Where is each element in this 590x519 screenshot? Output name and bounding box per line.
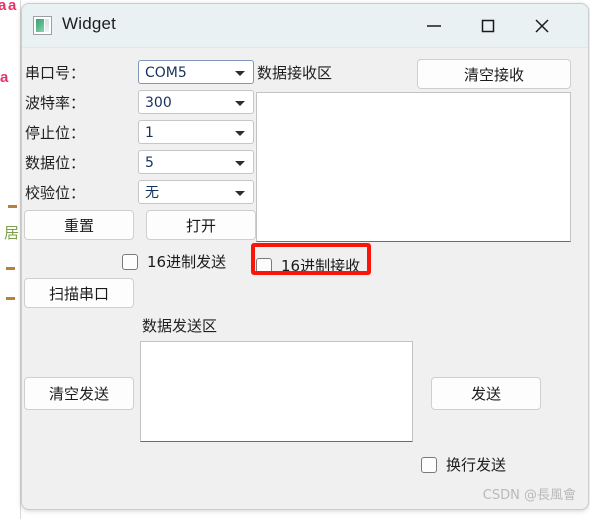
hex-receive-row[interactable]: 16进制接收 [256, 255, 360, 276]
open-button[interactable]: 打开 [146, 210, 256, 240]
reset-button[interactable]: 重置 [24, 210, 134, 240]
bg-dash-marker [6, 297, 15, 300]
send-button[interactable]: 发送 [431, 377, 541, 410]
send-textarea[interactable] [140, 341, 413, 442]
bg-text-fragment: a [0, 69, 9, 86]
serial-port-value: COM5 [145, 65, 187, 81]
baud-rate-value: 300 [145, 95, 172, 111]
hex-receive-checkbox[interactable] [256, 257, 272, 274]
clear-send-button[interactable]: 清空发送 [24, 377, 134, 410]
parity-combobox[interactable]: 无 [138, 180, 254, 204]
hex-send-label: 16进制发送 [147, 253, 227, 271]
minimize-button[interactable] [411, 4, 457, 47]
bg-dash-marker [6, 267, 15, 270]
label-stop-bits: 停止位： [25, 124, 86, 142]
receive-textarea[interactable] [256, 92, 571, 242]
hex-receive-label: 16进制接收 [281, 257, 361, 275]
chevron-down-icon [235, 101, 245, 106]
maximize-button[interactable] [465, 4, 511, 47]
window-title: Widget [62, 14, 117, 33]
label-parity: 校验位： [25, 184, 86, 202]
stop-bits-combobox[interactable]: 1 [138, 120, 254, 144]
widget-window: Widget 串口号： 波特率： 停止位： 数据位： 校验位： COM5 300 [21, 3, 589, 510]
chevron-down-icon [235, 191, 245, 196]
data-bits-value: 5 [145, 155, 154, 171]
send-area-caption: 数据发送区 [142, 317, 218, 335]
serial-port-combobox[interactable]: COM5 [138, 60, 254, 84]
close-icon [535, 18, 549, 33]
watermark: CSDN @長風會 [482, 488, 576, 503]
title-bar[interactable]: Widget [22, 4, 588, 48]
label-baud-rate: 波特率： [25, 94, 86, 112]
scan-port-button[interactable]: 扫描串口 [24, 278, 134, 308]
label-data-bits: 数据位： [25, 154, 86, 172]
bg-dash-marker [8, 205, 17, 208]
label-serial-port: 串口号： [25, 64, 86, 82]
minimize-icon [427, 24, 441, 27]
newline-send-checkbox[interactable] [421, 456, 437, 473]
bg-text-fragment: 居 [4, 225, 20, 242]
stop-bits-value: 1 [145, 125, 154, 141]
baud-rate-combobox[interactable]: 300 [138, 90, 254, 114]
qt-widget-icon [33, 16, 52, 35]
bg-text-fragment: a [0, 0, 7, 14]
chevron-down-icon [235, 71, 245, 76]
newline-send-row[interactable]: 换行发送 [421, 454, 506, 475]
close-button[interactable] [519, 4, 565, 47]
chevron-down-icon [235, 161, 245, 166]
chevron-down-icon [235, 131, 245, 136]
parity-value: 无 [145, 185, 159, 201]
hex-send-checkbox[interactable] [122, 253, 138, 270]
newline-send-label: 换行发送 [446, 456, 507, 474]
hex-send-row[interactable]: 16进制发送 [122, 251, 226, 272]
clear-receive-button[interactable]: 清空接收 [417, 59, 571, 89]
receive-area-caption: 数据接收区 [257, 64, 333, 82]
maximize-icon [481, 19, 495, 32]
bg-text-fragment: a [8, 0, 17, 14]
data-bits-combobox[interactable]: 5 [138, 150, 254, 174]
